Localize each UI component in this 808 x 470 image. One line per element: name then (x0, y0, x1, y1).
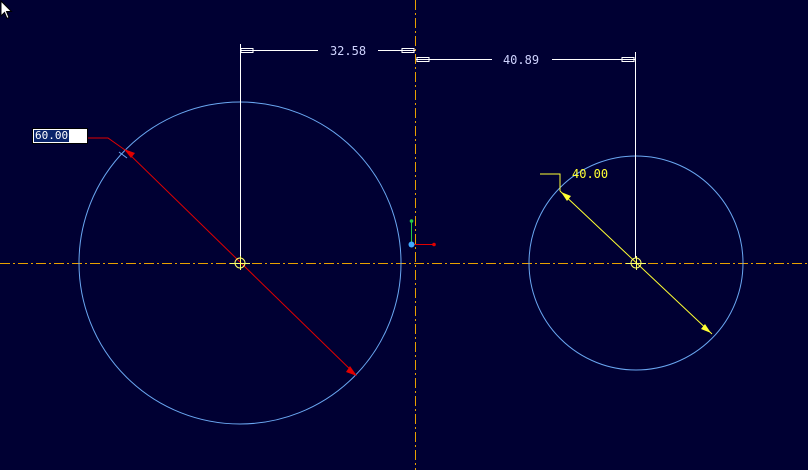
arrow-pointer-icon (0, 0, 13, 20)
diameter-leader-small (540, 173, 561, 191)
selected-text: 60.00 (34, 129, 70, 142)
circle-center-marker-icon[interactable] (230, 256, 250, 270)
dimension-value-input[interactable]: 60.00 (32, 128, 88, 144)
dimension-text-32-58[interactable]: 32.58 (330, 44, 366, 58)
diameter-leader-large (88, 137, 126, 151)
circle-center-marker-icon[interactable] (626, 256, 646, 270)
dimension-text-40-00[interactable]: 40.00 (572, 167, 608, 181)
sketch-canvas[interactable]: 32.58 40.89 40.00 (0, 0, 808, 470)
sketch-viewport[interactable]: 32.58 40.89 40.00 60.00 (0, 0, 808, 470)
coordinate-system-icon (408, 219, 436, 248)
dimension-text-40-89[interactable]: 40.89 (503, 53, 539, 67)
